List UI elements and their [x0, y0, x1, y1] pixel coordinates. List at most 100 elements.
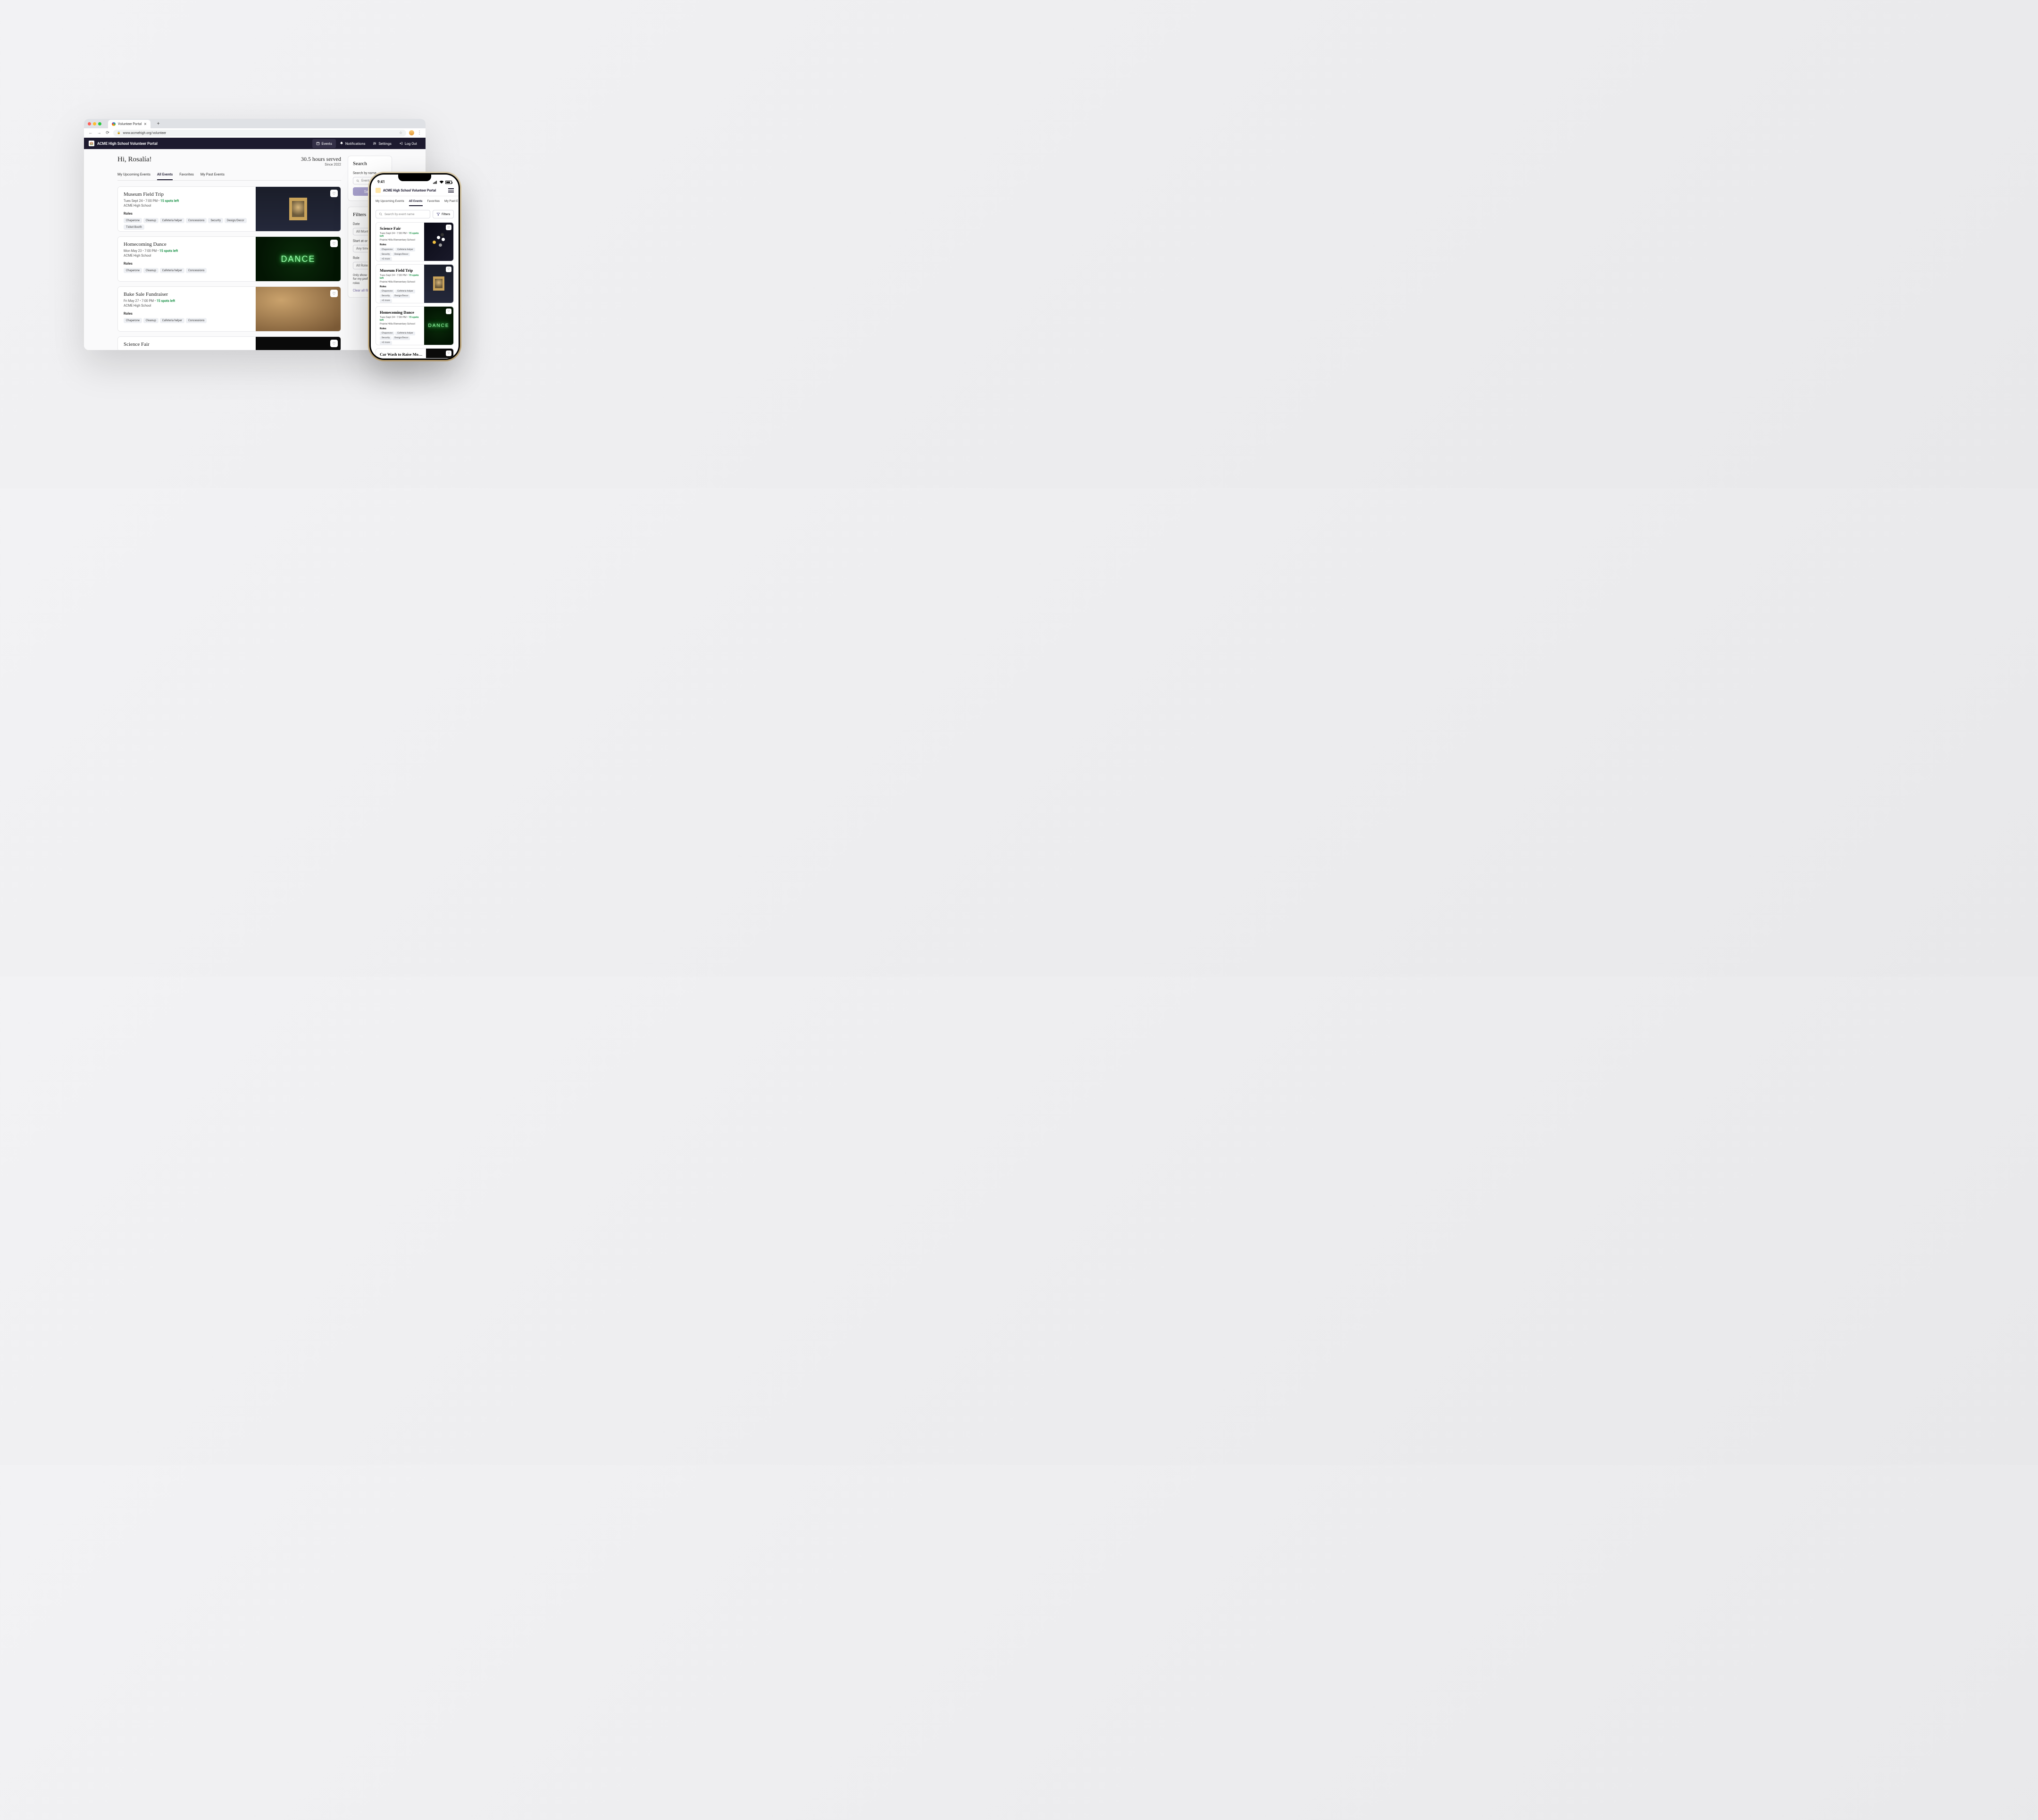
nav-settings[interactable]: Settings: [369, 139, 395, 148]
roles-label: Roles: [124, 261, 250, 266]
mobile-event-list: Science Fair Tues Sept 24 • 7:00 PM • 15 …: [371, 222, 459, 359]
favorite-button[interactable]: ♡: [330, 190, 338, 197]
role-chips: ChaperoneCafeteria helperSecurityDesign/…: [380, 290, 420, 303]
event-card[interactable]: Homecoming DanceMon May 23 • 7:00 PM • 1…: [117, 236, 341, 282]
role-chip[interactable]: Cafeteria helper: [395, 248, 415, 251]
event-card[interactable]: Homecoming DanceTues Sept 24 • 7:00 PM •…: [376, 306, 454, 345]
event-card[interactable]: Bake Sale FundraiserFri May 27 • 7:00 PM…: [117, 286, 341, 332]
tab-past-events[interactable]: My Past Events: [200, 172, 225, 180]
menu-button[interactable]: [448, 188, 454, 192]
role-chip[interactable]: Cleanup: [143, 318, 159, 323]
roles-label: Roles: [380, 285, 420, 288]
close-tab-icon[interactable]: ×: [144, 122, 146, 127]
role-chip[interactable]: Chaperone: [124, 318, 142, 323]
role-chip[interactable]: Concessions: [186, 218, 207, 223]
browser-tab[interactable]: Volunteer Portal ×: [108, 120, 150, 128]
forward-button[interactable]: →: [96, 130, 102, 135]
filters-button[interactable]: Filters: [433, 210, 454, 218]
event-tabs: My Upcoming Events All Events Favorites …: [117, 172, 341, 181]
event-school: Prairie Hills Elementary School: [380, 281, 420, 284]
event-title: Science Fair: [380, 226, 420, 231]
role-chips: ChaperoneCleanupCafeteria helperConcessi…: [124, 318, 250, 323]
reload-button[interactable]: ⟳: [105, 131, 110, 135]
tab-favorites[interactable]: Favorites: [179, 172, 194, 180]
nav-logout[interactable]: Log Out: [395, 139, 421, 148]
bell-icon: [340, 142, 343, 145]
tab-all-events[interactable]: All Events: [409, 199, 423, 206]
event-card[interactable]: Museum Field TripTues Sept 24 • 7:00 PM …: [117, 186, 341, 232]
role-chip[interactable]: Chaperone: [380, 332, 394, 335]
tab-title: Volunteer Portal: [118, 122, 142, 126]
favorite-button[interactable]: ♡: [330, 340, 338, 347]
role-chip[interactable]: Cleanup: [143, 268, 159, 273]
role-chips: ChaperoneCleanupCafeteria helperConcessi…: [124, 218, 250, 230]
event-title: Homecoming Dance: [124, 242, 250, 247]
tab-favorites[interactable]: Favorites: [427, 199, 440, 206]
role-chip[interactable]: +3 more: [380, 257, 392, 261]
role-chip[interactable]: Design/Decor: [393, 294, 410, 298]
nav-events[interactable]: Events: [312, 139, 336, 148]
signal-icon: [433, 181, 438, 184]
role-chip[interactable]: Design/Decor: [225, 218, 247, 223]
role-chip[interactable]: Ticket Booth: [124, 225, 144, 230]
search-input[interactable]: Search by event name: [376, 210, 430, 218]
bookmark-icon[interactable]: ☆: [399, 131, 402, 135]
phone-frame: 9:41 ACME High School Volunteer Portal M…: [368, 172, 461, 361]
role-chip[interactable]: Chaperone: [124, 218, 142, 223]
favorite-button[interactable]: ♡: [330, 240, 338, 247]
event-meta: Tues Sept 24 • 7:00 PM • 15 spots left: [380, 316, 420, 322]
favorite-button[interactable]: ♡: [446, 309, 451, 314]
event-card[interactable]: Car Wash to Raise Mo…Roles♡: [376, 348, 454, 359]
search-icon: [356, 179, 359, 183]
role-chip[interactable]: Security: [380, 336, 392, 340]
back-button[interactable]: ←: [88, 130, 93, 135]
role-chip[interactable]: Chaperone: [380, 290, 394, 293]
browser-menu-icon[interactable]: ⋮: [417, 130, 422, 135]
role-chip[interactable]: Cafeteria helper: [395, 290, 415, 293]
address-bar[interactable]: 🔒 www.acmehigh.org/volunteer ☆: [113, 130, 406, 136]
role-chip[interactable]: +3 more: [380, 299, 392, 303]
new-tab-button[interactable]: +: [155, 120, 162, 127]
event-image: ♡: [256, 337, 341, 350]
role-chip[interactable]: Design/Decor: [393, 336, 410, 340]
favorite-button[interactable]: ♡: [330, 290, 338, 297]
role-chip[interactable]: Chaperone: [124, 268, 142, 273]
tab-upcoming[interactable]: My Upcoming Events: [117, 172, 150, 180]
role-chip[interactable]: Concessions: [186, 268, 207, 273]
tab-all-events[interactable]: All Events: [157, 172, 173, 180]
profile-avatar[interactable]: [409, 130, 414, 135]
heart-icon: ♡: [332, 292, 335, 296]
role-chip[interactable]: Security: [208, 218, 223, 223]
favorite-button[interactable]: ♡: [446, 351, 451, 356]
app-logo-icon: [376, 188, 381, 193]
event-card[interactable]: Science FairRoles♡: [117, 336, 341, 350]
event-card[interactable]: Museum Field TripTues Sept 24 • 7:00 PM …: [376, 264, 454, 303]
role-chip[interactable]: Cafeteria helper: [160, 318, 184, 323]
role-chip[interactable]: Security: [380, 252, 392, 256]
window-controls[interactable]: [88, 122, 101, 125]
role-chip[interactable]: Security: [380, 294, 392, 298]
event-title: Science Fair: [124, 342, 250, 347]
role-chip[interactable]: Concessions: [186, 318, 207, 323]
nav-notifications[interactable]: Notifications: [336, 139, 369, 148]
event-image: DANCE♡: [424, 307, 453, 345]
role-chip[interactable]: Cafeteria helper: [160, 218, 184, 223]
event-school: ACME High School: [124, 254, 250, 258]
tab-upcoming[interactable]: My Upcoming Events: [376, 199, 404, 206]
event-title: Museum Field Trip: [124, 192, 250, 197]
hours-served: 30.5 hours served Since 2022: [301, 156, 341, 167]
event-card[interactable]: Science FairTues Sept 24 • 7:00 PM • 15 …: [376, 222, 454, 261]
url-text: www.acmehigh.org/volunteer: [123, 131, 166, 135]
browser-tab-strip: Volunteer Portal × +: [84, 119, 426, 128]
greeting-text: Hi, Rosalía!: [117, 156, 152, 164]
role-chip[interactable]: +3 more: [380, 341, 392, 345]
role-chip[interactable]: Design/Decor: [393, 252, 410, 256]
role-chip[interactable]: Cafeteria helper: [395, 332, 415, 335]
app-title: ACME High School Volunteer Portal: [383, 189, 446, 192]
role-chip[interactable]: Cafeteria helper: [160, 268, 184, 273]
tab-past-events[interactable]: My Past E: [444, 199, 458, 206]
favorite-button[interactable]: ♡: [446, 267, 451, 272]
role-chip[interactable]: Chaperone: [380, 248, 394, 251]
role-chip[interactable]: Cleanup: [143, 218, 159, 223]
favorite-button[interactable]: ♡: [446, 225, 451, 230]
